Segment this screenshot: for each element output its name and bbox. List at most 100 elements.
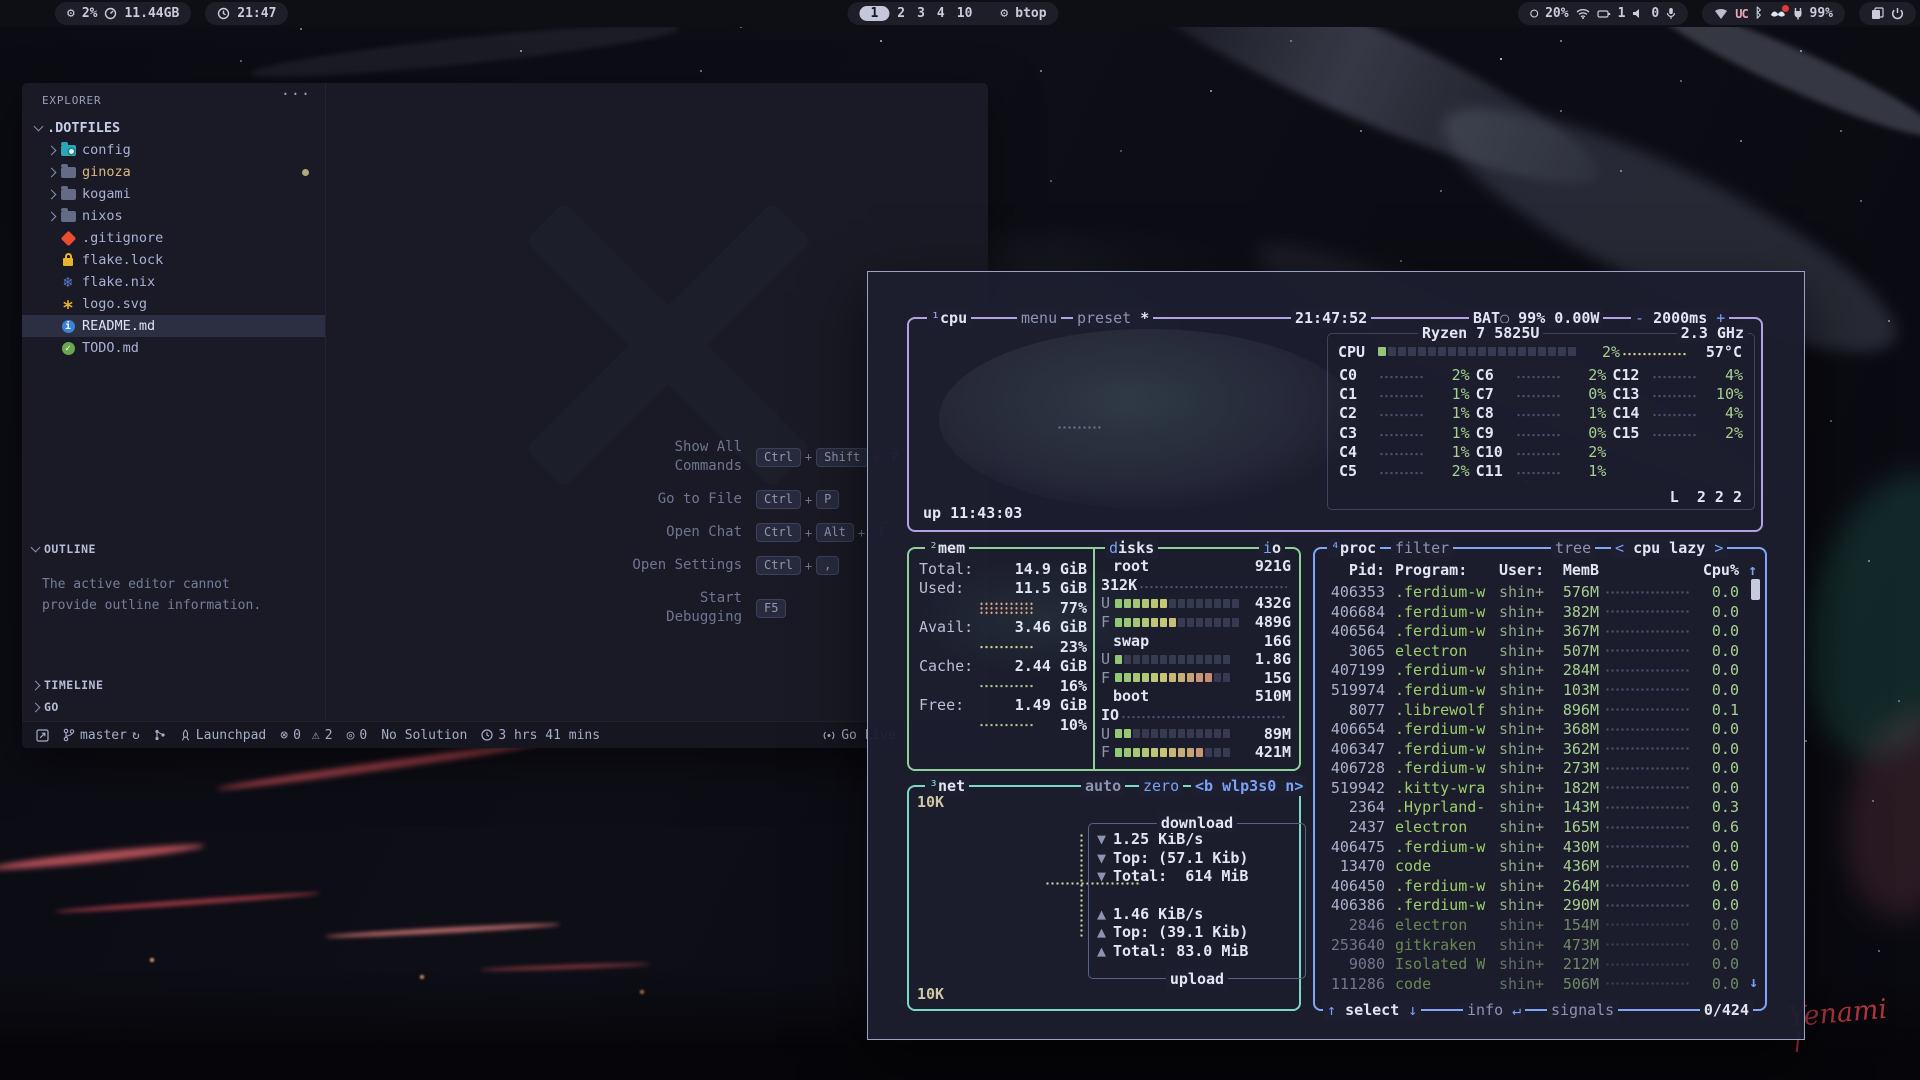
go-section-header[interactable]: GO: [22, 696, 325, 718]
workspace-10[interactable]: 10: [951, 6, 979, 21]
process-row[interactable]: 406347.ferdium-wshin+362M0.0: [1323, 740, 1739, 758]
bar-segment: [1568, 347, 1576, 356]
process-row[interactable]: 406353.ferdium-wshin+576M0.0: [1323, 583, 1739, 601]
process-row[interactable]: 3065electronshin+507M0.0: [1323, 642, 1739, 660]
process-pid: 406564: [1323, 622, 1385, 640]
process-row[interactable]: 406684.ferdium-wshin+382M0.0: [1323, 603, 1739, 621]
signals-control[interactable]: signals: [1547, 1000, 1618, 1020]
solution-label: No Solution: [381, 728, 467, 743]
proc-filter-button[interactable]: filter: [1391, 538, 1453, 558]
solution-indicator[interactable]: No Solution: [381, 728, 467, 743]
bar-segment: [1223, 729, 1230, 738]
info-control[interactable]: info ↵: [1463, 1000, 1525, 1020]
process-row[interactable]: 253640gitkrakenshin+473M0.0: [1323, 935, 1739, 953]
tree-item-README-md[interactable]: iREADME.md: [22, 315, 325, 337]
header-pid[interactable]: Pid:: [1323, 561, 1385, 579]
process-row[interactable]: 406386.ferdium-wshin+290M0.0: [1323, 896, 1739, 914]
process-user: shin+: [1499, 681, 1555, 699]
process-row[interactable]: 2364.Hyprland-shin+143M0.3: [1323, 798, 1739, 816]
tree-item-flake-nix[interactable]: ❄flake.nix: [22, 271, 325, 293]
network-tray-icon: [1714, 8, 1728, 19]
process-user: shin+: [1499, 622, 1555, 640]
net-interface-selector[interactable]: <b wlp3s0 n>: [1191, 776, 1307, 796]
workspace-4[interactable]: 4: [931, 6, 951, 21]
mem-box-title[interactable]: ²mem: [925, 538, 969, 558]
proc-table-header[interactable]: Pid: Program: User: MemB Cpu%: [1323, 561, 1739, 579]
net-zero-toggle[interactable]: zero: [1139, 776, 1183, 796]
process-cpu: 0.0: [1697, 622, 1739, 640]
process-user: shin+: [1499, 779, 1555, 797]
bar-segment: [1214, 729, 1221, 738]
process-row[interactable]: 406450.ferdium-wshin+264M0.0: [1323, 877, 1739, 895]
process-user: shin+: [1499, 603, 1555, 621]
process-row[interactable]: 2846electronshin+154M0.0: [1323, 916, 1739, 934]
errors-indicator[interactable]: ⊗ 0 ⚠ 2: [280, 728, 332, 743]
system-stats-widget[interactable]: ⚙ 2% 11.44GB: [55, 2, 191, 25]
disk-activity: 312K: [1101, 576, 1137, 594]
explorer-more-button[interactable]: ···: [281, 85, 311, 103]
bar-segment: [1518, 347, 1526, 356]
proc-scrollbar-thumb[interactable]: [1751, 579, 1760, 600]
process-row[interactable]: 519942.kitty-wrashin+182M0.0: [1323, 779, 1739, 797]
process-row[interactable]: 111286codeshin+506M0.0: [1323, 975, 1739, 993]
process-row[interactable]: 407199.ferdium-wshin+284M0.0: [1323, 661, 1739, 679]
proc-box-title[interactable]: ⁴proc: [1327, 538, 1380, 558]
workspace-3[interactable]: 3: [911, 6, 931, 21]
process-row[interactable]: 8077.librewolfshin+896M0.1: [1323, 700, 1739, 718]
mem-stat-value: 2.44 GiB: [1015, 657, 1087, 675]
process-row[interactable]: 13470codeshin+436M0.0: [1323, 857, 1739, 875]
process-row[interactable]: 2437electronshin+165M0.6: [1323, 818, 1739, 836]
menu-button[interactable]: menu: [1017, 308, 1061, 328]
process-row[interactable]: 9080Isolated Wshin+212M0.0: [1323, 955, 1739, 973]
git-branch-indicator[interactable]: master ↻: [63, 728, 140, 743]
controls-widget[interactable]: ○ 20% 1 0: [1518, 2, 1688, 25]
core-graph: [1379, 374, 1424, 380]
net-auto-toggle[interactable]: auto: [1081, 776, 1125, 796]
remote-indicator[interactable]: [36, 729, 49, 742]
tree-item-kogami[interactable]: kogami: [22, 183, 325, 205]
workspace-2[interactable]: 2: [891, 6, 911, 21]
process-row[interactable]: 406475.ferdium-wshin+430M0.0: [1323, 838, 1739, 856]
error-icon: ⊗: [280, 728, 288, 743]
select-control[interactable]: ↑ select ↓: [1323, 1000, 1421, 1020]
workspace-1[interactable]: 1: [859, 6, 889, 21]
header-user[interactable]: User:: [1499, 561, 1555, 579]
cpu-box-title[interactable]: ¹cpu: [927, 308, 971, 328]
tree-item-flake-lock[interactable]: flake.lock: [22, 249, 325, 271]
outline-section-header[interactable]: OUTLINE: [22, 538, 325, 560]
tree-item-TODO-md[interactable]: ✓TODO.md: [22, 337, 325, 359]
header-mem[interactable]: MemB: [1555, 561, 1599, 579]
process-row[interactable]: 519974.ferdium-wshin+103M0.0: [1323, 681, 1739, 699]
tree-root-dotfiles[interactable]: .DOTFILES: [22, 117, 325, 139]
header-cpu[interactable]: Cpu%: [1697, 561, 1739, 579]
tree-item-ginoza[interactable]: ginoza: [22, 161, 325, 183]
bar-segment: [1124, 599, 1131, 608]
tray-widget[interactable]: UC ᛒ 99%: [1702, 2, 1845, 25]
proc-tree-toggle[interactable]: tree: [1551, 538, 1595, 558]
process-row[interactable]: 406564.ferdium-wshin+367M0.0: [1323, 622, 1739, 640]
bar-segment: [1115, 599, 1122, 608]
disk-u-value: 432G: [1255, 594, 1291, 612]
topbar-center: 123410 ⚙ btop: [847, 2, 1072, 25]
tree-item--gitignore[interactable]: .gitignore: [22, 227, 325, 249]
preset-button[interactable]: preset *: [1073, 308, 1153, 328]
ports-indicator[interactable]: ◎ 0: [347, 728, 368, 743]
core-pct: 1%: [1428, 404, 1470, 422]
proc-sort-control[interactable]: < cpu lazy >: [1611, 538, 1727, 558]
process-row[interactable]: 406728.ferdium-wshin+273M0.0: [1323, 759, 1739, 777]
header-program[interactable]: Program:: [1395, 561, 1499, 579]
process-row[interactable]: 406654.ferdium-wshin+368M0.0: [1323, 720, 1739, 738]
tree-item-nixos[interactable]: nixos: [22, 205, 325, 227]
tree-item-config[interactable]: config: [22, 139, 325, 161]
clock-widget[interactable]: 21:47: [205, 2, 288, 25]
bar-segment: [1187, 673, 1194, 682]
launchpad-button[interactable]: Launchpad: [180, 728, 266, 743]
disk-u-bar: [1115, 729, 1232, 738]
git-graph-indicator[interactable]: [154, 728, 166, 742]
time-tracker[interactable]: 3 hrs 41 mins: [481, 728, 600, 743]
sort-direction-icon[interactable]: ↑: [1748, 561, 1757, 579]
session-widget[interactable]: [1859, 2, 1916, 25]
tree-item-logo-svg[interactable]: *logo.svg: [22, 293, 325, 315]
timeline-section-header[interactable]: TIMELINE: [22, 674, 325, 696]
scroll-down-icon[interactable]: ↓: [1749, 973, 1758, 991]
